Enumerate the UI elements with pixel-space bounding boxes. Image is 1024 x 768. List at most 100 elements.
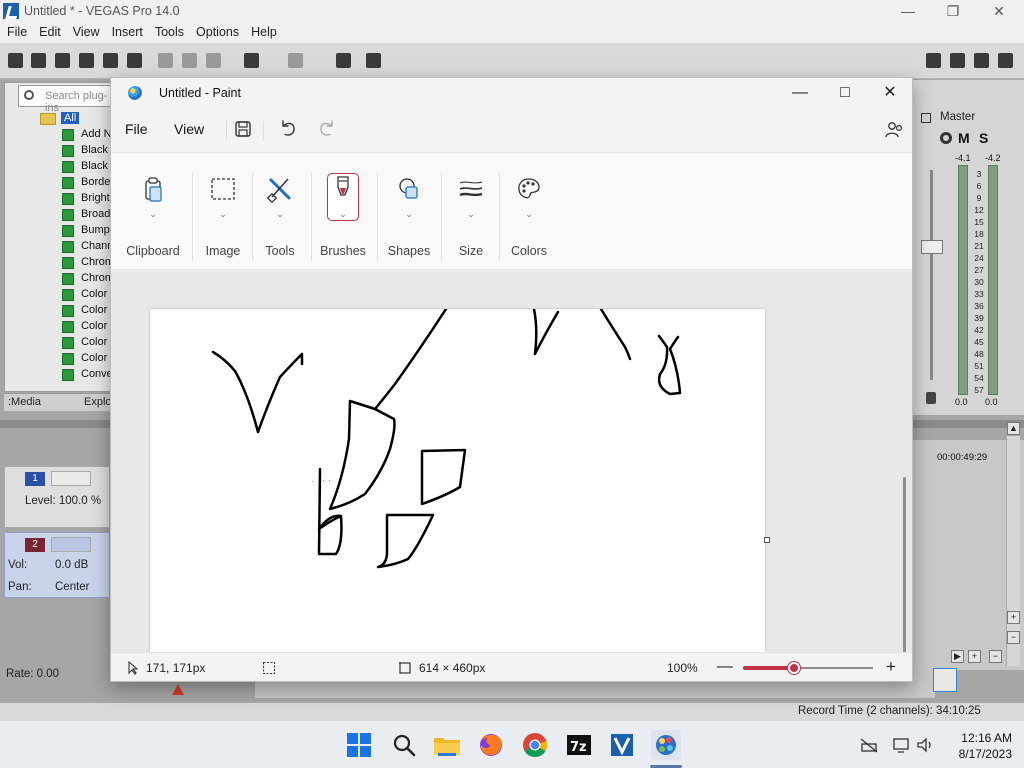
paint-maximize-icon[interactable]: □ [822, 78, 868, 108]
minimize-icon[interactable]: — [893, 2, 923, 20]
start-icon[interactable] [343, 729, 375, 761]
properties-gear-icon[interactable] [127, 53, 142, 68]
menu-edit[interactable]: Edit [32, 23, 66, 39]
plugin-list-item[interactable]: Color [62, 352, 112, 366]
undo-icon[interactable] [244, 53, 259, 68]
scroll-right-icon[interactable]: ▶ [951, 650, 964, 663]
zoom-out-button[interactable]: — [717, 658, 733, 676]
plugin-search-input[interactable]: Search plug-ins [18, 85, 114, 114]
drawing-canvas[interactable] [150, 309, 765, 669]
account-settings-icon[interactable] [884, 120, 904, 140]
copy-icon[interactable] [182, 53, 197, 68]
paint-close-icon[interactable]: ✕ [867, 78, 912, 108]
plugin-list-item[interactable]: Chrom [62, 256, 112, 270]
plugin-list-item[interactable]: Black [62, 144, 112, 158]
new-icon[interactable] [8, 53, 23, 68]
lock-icon[interactable] [926, 392, 936, 404]
paint-icon[interactable] [650, 729, 682, 761]
track-1-name-field[interactable] [51, 471, 91, 486]
zoom-minus-icon[interactable]: − [989, 650, 1002, 663]
chrome-icon[interactable] [519, 729, 551, 761]
timeline-vertical-scrollbar[interactable]: ▲ + − [1006, 422, 1020, 666]
mute-button[interactable]: M [958, 130, 970, 146]
brushes-group[interactable]: ⌄ Brushes [314, 153, 372, 263]
zoom-in-button[interactable]: + [886, 657, 896, 677]
image-group[interactable]: ⌄ Image [195, 153, 251, 263]
plugin-list-item[interactable]: Add N [62, 128, 112, 142]
save-icon[interactable] [234, 120, 252, 138]
plugin-list-item[interactable]: Borde [62, 176, 112, 190]
paint-title-bar[interactable]: Untitled - Paint — □ ✕ [111, 78, 912, 108]
track-2-name-field[interactable] [51, 537, 91, 552]
speaker-icon[interactable] [974, 53, 989, 68]
plugin-list-item[interactable]: Color [62, 288, 112, 302]
render-icon[interactable] [103, 53, 118, 68]
zoom-plus-icon[interactable]: + [968, 650, 981, 663]
master-checkbox[interactable] [921, 113, 931, 123]
snapping-icon[interactable] [933, 668, 957, 692]
close-icon[interactable]: ✕ [984, 2, 1014, 20]
plugin-list-item[interactable]: Black [62, 160, 112, 174]
search-icon[interactable] [388, 729, 420, 761]
menu-tools[interactable]: Tools [148, 23, 189, 39]
gear-icon[interactable] [926, 53, 941, 68]
network-offline-icon[interactable] [860, 737, 878, 753]
size-group[interactable]: ⌄ Size [444, 153, 498, 263]
plugin-list-item[interactable]: Conve [62, 368, 112, 382]
zoom-slider-thumb[interactable] [788, 662, 800, 674]
pin-icon[interactable]: ▲ [1007, 422, 1020, 435]
system-clock[interactable]: 12:16 AM 8/17/2023 [940, 730, 1012, 762]
save-as-icon[interactable] [79, 53, 94, 68]
vegas-icon[interactable] [606, 729, 638, 761]
file-explorer-icon[interactable] [431, 729, 463, 761]
plugin-list-item[interactable]: Color [62, 320, 112, 334]
display-icon[interactable] [892, 736, 910, 754]
paint-minimize-icon[interactable]: — [777, 78, 823, 108]
save-icon[interactable] [55, 53, 70, 68]
redo-icon[interactable] [288, 53, 303, 68]
restore-icon[interactable]: ❐ [938, 2, 968, 20]
plugin-list-item[interactable]: Bright [62, 192, 112, 206]
track-1-header[interactable]: 1 Level: 100.0 % [4, 466, 110, 528]
skip-icon[interactable] [950, 53, 965, 68]
redo-icon[interactable] [317, 119, 337, 139]
tab-explorer[interactable]: Explo [84, 396, 112, 408]
zoom-out-icon[interactable]: − [1007, 631, 1020, 644]
tab-media[interactable]: :Media [8, 396, 41, 408]
colors-group[interactable]: ⌄ Colors [501, 153, 557, 263]
plugin-list-item[interactable]: Broad [62, 208, 112, 222]
volume-icon[interactable] [916, 736, 934, 754]
paint-menu-view[interactable]: View [174, 121, 204, 137]
tree-root-all[interactable]: All [30, 112, 110, 126]
master-gear-icon[interactable] [940, 132, 952, 144]
zoom-in-icon[interactable]: + [1007, 611, 1020, 624]
plugin-list-item[interactable]: Bump [62, 224, 112, 238]
zoom-percentage[interactable]: 100% [667, 661, 698, 675]
menu-view[interactable]: View [66, 23, 105, 39]
menu-file[interactable]: File [0, 23, 32, 39]
open-icon[interactable] [31, 53, 46, 68]
paint-menu-file[interactable]: File [125, 121, 148, 137]
7zip-icon[interactable]: 7z [563, 729, 595, 761]
undo-icon[interactable] [278, 119, 298, 139]
track-2-header[interactable]: 2 Vol: 0.0 dB Pan: Center [4, 532, 110, 598]
settings-icon[interactable] [998, 53, 1013, 68]
plugin-list-item[interactable]: Chann [62, 240, 112, 254]
shapes-group[interactable]: ⌄ Shapes [381, 153, 437, 263]
master-fader-handle[interactable] [921, 240, 943, 254]
canvas-resize-handle[interactable] [764, 537, 770, 543]
cut-icon[interactable] [158, 53, 173, 68]
paste-icon[interactable] [206, 53, 221, 68]
solo-button[interactable]: S [979, 130, 988, 146]
plugin-list-item[interactable]: Color [62, 304, 112, 318]
tools-group[interactable]: ⌄ Tools [254, 153, 306, 263]
menu-help[interactable]: Help [244, 23, 282, 39]
clipboard-group[interactable]: ⌄ Clipboard [119, 153, 187, 263]
menu-insert[interactable]: Insert [105, 23, 148, 39]
firefox-icon[interactable] [475, 729, 507, 761]
plugin-list-item[interactable]: Color [62, 336, 112, 350]
menu-options[interactable]: Options [189, 23, 244, 39]
plugin-list-item[interactable]: Chrom [62, 272, 112, 286]
help-question-icon[interactable] [366, 53, 381, 68]
plugin-icon[interactable] [336, 53, 351, 68]
